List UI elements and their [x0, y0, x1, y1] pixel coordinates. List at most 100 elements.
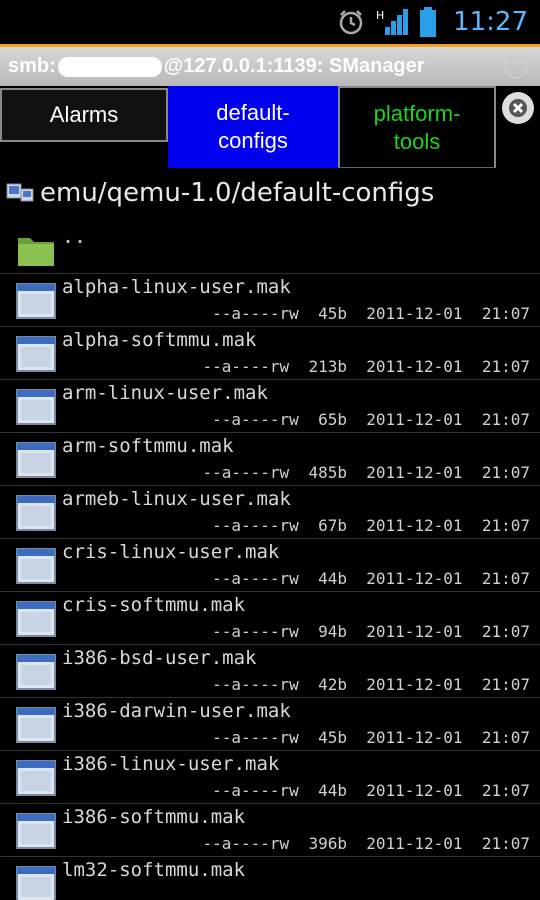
- file-name: alpha-linux-user.mak: [62, 276, 291, 298]
- signal-icon: H: [375, 7, 409, 37]
- file-attrs: --a----rw: [212, 569, 299, 588]
- tab-default-configs[interactable]: default- configs: [168, 86, 338, 168]
- file-attrs: --a----rw: [212, 516, 299, 535]
- file-row[interactable]: armeb-linux-user.mak --a----rw 67b 2011-…: [0, 486, 540, 539]
- file-meta: --a----rw 45b 2011-12-01 21:07: [212, 304, 530, 323]
- file-size: 45b: [318, 728, 347, 747]
- file-date: 2011-12-01: [366, 304, 463, 323]
- file-time: 21:07: [481, 622, 530, 641]
- file-row[interactable]: arm-softmmu.mak --a----rw 485b 2011-12-0…: [0, 433, 540, 486]
- document-icon: [16, 494, 56, 532]
- file-time: 21:07: [481, 463, 530, 482]
- tab-label: Alarms: [49, 102, 119, 127]
- file-date: 2011-12-01: [366, 463, 463, 482]
- file-size: 65b: [318, 410, 347, 429]
- current-path: emu/qemu-1.0/default-configs: [40, 178, 435, 208]
- file-meta: --a----rw 213b 2011-12-01 21:07: [202, 357, 530, 376]
- parent-folder-row[interactable]: ..: [0, 222, 540, 274]
- file-size: 44b: [318, 781, 347, 800]
- file-name: arm-linux-user.mak: [62, 382, 268, 404]
- file-date: 2011-12-01: [366, 834, 463, 853]
- network-drive-icon[interactable]: [6, 179, 36, 207]
- file-time: 21:07: [481, 357, 530, 376]
- document-icon: [16, 865, 56, 900]
- file-row[interactable]: cris-softmmu.mak --a----rw 94b 2011-12-0…: [0, 592, 540, 645]
- file-row[interactable]: i386-softmmu.mak --a----rw 396b 2011-12-…: [0, 804, 540, 857]
- file-name: alpha-softmmu.mak: [62, 329, 257, 351]
- file-time: 21:07: [481, 728, 530, 747]
- file-row[interactable]: cris-linux-user.mak --a----rw 44b 2011-1…: [0, 539, 540, 592]
- file-date: 2011-12-01: [366, 410, 463, 429]
- tab-platform-tools[interactable]: platform- tools: [338, 86, 496, 168]
- file-row[interactable]: arm-linux-user.mak --a----rw 65b 2011-12…: [0, 380, 540, 433]
- file-attrs: --a----rw: [212, 410, 299, 429]
- file-meta: --a----rw 67b 2011-12-01 21:07: [212, 516, 530, 535]
- file-row[interactable]: lm32-softmmu.mak: [0, 857, 540, 900]
- file-meta: --a----rw 44b 2011-12-01 21:07: [212, 781, 530, 800]
- document-icon: [16, 441, 56, 479]
- parent-folder-label: ..: [62, 224, 87, 248]
- tab-label: platform- tools: [373, 100, 461, 154]
- title-prefix: smb:: [8, 55, 56, 77]
- file-date: 2011-12-01: [366, 357, 463, 376]
- file-date: 2011-12-01: [366, 516, 463, 535]
- file-list: .. alpha-linux-user.mak --a----rw 45b 20…: [0, 222, 540, 900]
- file-size: 485b: [308, 463, 347, 482]
- file-time: 21:07: [481, 516, 530, 535]
- file-row[interactable]: alpha-softmmu.mak --a----rw 213b 2011-12…: [0, 327, 540, 380]
- file-name: i386-linux-user.mak: [62, 753, 280, 775]
- file-attrs: --a----rw: [202, 357, 290, 376]
- file-name: cris-softmmu.mak: [62, 594, 246, 616]
- file-date: 2011-12-01: [366, 622, 463, 641]
- file-meta: --a----rw 45b 2011-12-01 21:07: [212, 728, 530, 747]
- file-time: 21:07: [481, 304, 530, 323]
- file-date: 2011-12-01: [366, 569, 463, 588]
- file-row[interactable]: i386-darwin-user.mak --a----rw 45b 2011-…: [0, 698, 540, 751]
- file-attrs: --a----rw: [212, 304, 299, 323]
- alarm-clock-icon: [337, 8, 365, 36]
- document-icon: [16, 706, 56, 744]
- file-meta: --a----rw 42b 2011-12-01 21:07: [212, 675, 530, 694]
- file-meta: --a----rw 44b 2011-12-01 21:07: [212, 569, 530, 588]
- title-suffix: @127.0.0.1:1139: SManager: [163, 55, 425, 77]
- file-attrs: --a----rw: [202, 834, 290, 853]
- file-size: 213b: [308, 357, 347, 376]
- file-row[interactable]: alpha-linux-user.mak --a----rw 45b 2011-…: [0, 274, 540, 327]
- file-name: armeb-linux-user.mak: [62, 488, 291, 510]
- close-tab-button[interactable]: [502, 92, 534, 124]
- document-icon: [16, 812, 56, 850]
- file-date: 2011-12-01: [366, 675, 463, 694]
- file-size: 44b: [318, 569, 347, 588]
- title-bar: smb: @127.0.0.1:1139: SManager: [0, 44, 540, 86]
- file-attrs: --a----rw: [212, 675, 299, 694]
- close-icon: [509, 99, 527, 117]
- title-menu-icon[interactable]: [504, 55, 528, 79]
- title-progress-line: [0, 44, 208, 47]
- file-attrs: --a----rw: [202, 463, 290, 482]
- file-name: lm32-softmmu.mak: [62, 859, 246, 881]
- file-time: 21:07: [481, 781, 530, 800]
- folder-icon: [16, 230, 56, 268]
- file-attrs: --a----rw: [212, 622, 299, 641]
- file-time: 21:07: [481, 410, 530, 429]
- file-row[interactable]: i386-linux-user.mak --a----rw 44b 2011-1…: [0, 751, 540, 804]
- battery-icon: [419, 7, 437, 37]
- file-size: 45b: [318, 304, 347, 323]
- clock: 11:27: [453, 7, 528, 37]
- document-icon: [16, 600, 56, 638]
- document-icon: [16, 388, 56, 426]
- tab-alarms[interactable]: Alarms: [0, 88, 168, 142]
- file-size: 42b: [318, 675, 347, 694]
- file-time: 21:07: [481, 569, 530, 588]
- file-meta: --a----rw 94b 2011-12-01 21:07: [212, 622, 530, 641]
- file-name: cris-linux-user.mak: [62, 541, 280, 563]
- file-meta: --a----rw 485b 2011-12-01 21:07: [202, 463, 530, 482]
- file-date: 2011-12-01: [366, 781, 463, 800]
- file-time: 21:07: [481, 834, 530, 853]
- file-name: i386-darwin-user.mak: [62, 700, 291, 722]
- file-row[interactable]: i386-bsd-user.mak --a----rw 42b 2011-12-…: [0, 645, 540, 698]
- file-meta: --a----rw 396b 2011-12-01 21:07: [202, 834, 530, 853]
- file-name: i386-softmmu.mak: [62, 806, 246, 828]
- file-attrs: --a----rw: [212, 728, 299, 747]
- file-name: i386-bsd-user.mak: [62, 647, 257, 669]
